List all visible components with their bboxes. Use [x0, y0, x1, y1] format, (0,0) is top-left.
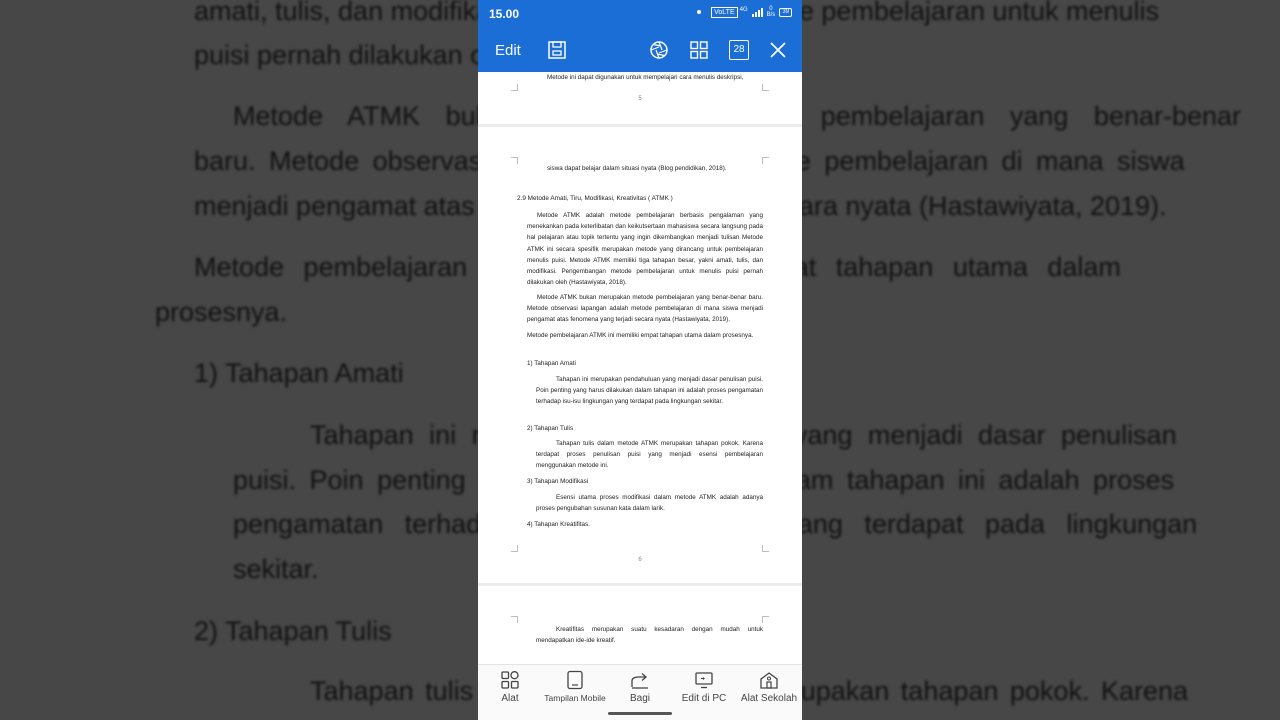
edit-on-pc-button[interactable]: Edit di PC: [672, 670, 736, 704]
share-label: Bagi: [629, 693, 650, 704]
paragraph: Metode ATMK adalah metode pembelajaran b…: [527, 212, 763, 287]
save-icon[interactable]: [547, 40, 567, 60]
page-corner-mark: [511, 84, 518, 91]
section-heading: 2.9 Metode Amati, Tiru, Modifikasi, Krea…: [517, 195, 673, 202]
signal-icon: [751, 7, 763, 17]
school-tools-label: Alat Sekolah: [740, 693, 798, 704]
tools-button[interactable]: Alat: [478, 670, 542, 704]
mobile-view-button[interactable]: Tampilan Mobile: [543, 670, 607, 703]
speed-unit: B/s: [766, 12, 776, 18]
aperture-icon[interactable]: [649, 40, 669, 60]
mobile-view-label: Tampilan Mobile: [544, 693, 606, 703]
page-corner-mark: [762, 545, 769, 552]
volte-badge: VoLTE: [711, 6, 738, 18]
document-viewer[interactable]: Metode ini dapat digunakan untuk mempela…: [478, 72, 802, 664]
home-indicator[interactable]: [608, 712, 672, 715]
page-corner-mark: [762, 157, 769, 164]
list-item-title: 2) Tahapan Tulis: [527, 425, 574, 432]
tools-label: Alat: [501, 693, 519, 704]
edit-button[interactable]: Edit: [495, 42, 521, 59]
paragraph: Kreatifitas merupakan suatu kesadaran de…: [536, 626, 763, 645]
share-icon: [631, 673, 648, 689]
list-item-title: 4) Tahapan Kreatifitas.: [527, 521, 590, 528]
edit-on-pc-label: Edit di PC: [681, 693, 727, 704]
school-tools-button[interactable]: Alat Sekolah: [737, 670, 801, 704]
notification-dot-icon: [697, 10, 702, 14]
paragraph: Metode pembelajaran ATMK ini memiliki em…: [527, 332, 754, 339]
document-page-5: Metode ini dapat digunakan untuk mempela…: [478, 72, 802, 124]
status-time: 15.00: [489, 7, 520, 21]
document-page-6: siswa dapat belajar dalam situasi nyata …: [478, 127, 802, 583]
page-count-text: 28: [733, 44, 745, 55]
list-item-body: Esensi utama proses modifikasi dalam met…: [536, 494, 763, 513]
list-item-title: 1) Tahapan Amati: [527, 360, 576, 367]
battery-icon: 39: [779, 7, 792, 17]
list-item-title: 3) Tahapan Modifikasi: [527, 478, 589, 485]
network-speed: 0 B/s: [767, 6, 776, 18]
top-toolbar: Edit 28: [478, 29, 802, 72]
page-corner-mark: [511, 616, 518, 623]
school-icon: [760, 672, 778, 689]
page-corner-mark: [511, 545, 518, 552]
grid-icon[interactable]: [689, 40, 709, 60]
tools-icon: [501, 671, 519, 689]
page-number: 5: [638, 96, 642, 102]
status-bar: 15.00 VoLTE 4G 0 B/s 39: [478, 0, 802, 29]
page-corner-mark: [762, 616, 769, 623]
mobile-view-icon: [567, 670, 583, 690]
page-number: 6: [638, 557, 642, 563]
phone-screen: 15.00 VoLTE 4G 0 B/s 39 Edit 28 Metode i…: [478, 0, 802, 720]
monitor-icon: [695, 672, 713, 689]
page-corner-mark: [511, 157, 518, 164]
share-button[interactable]: Bagi: [608, 670, 672, 704]
list-item-body: Tahapan tulis dalam metode ATMK merupaka…: [536, 440, 763, 470]
page-corner-mark: [762, 84, 769, 91]
paragraph: Metode ATMK bukan merupakan metode pembe…: [527, 294, 763, 324]
document-page-7: Kreatifitas merupakan suatu kesadaran de…: [478, 586, 802, 664]
network-type: 4G: [739, 6, 748, 13]
page-text-line: siswa dapat belajar dalam situasi nyata …: [547, 165, 727, 172]
close-icon[interactable]: [768, 40, 788, 60]
page-count-icon[interactable]: 28: [729, 40, 749, 60]
battery-level: 39: [782, 8, 789, 15]
status-indicators: VoLTE 4G 0 B/s 39: [697, 6, 792, 18]
page-text-line: Metode ini dapat digunakan untuk mempela…: [547, 74, 744, 81]
list-item-body: Tahapan ini merupakan pendahuluan yang m…: [536, 376, 763, 406]
